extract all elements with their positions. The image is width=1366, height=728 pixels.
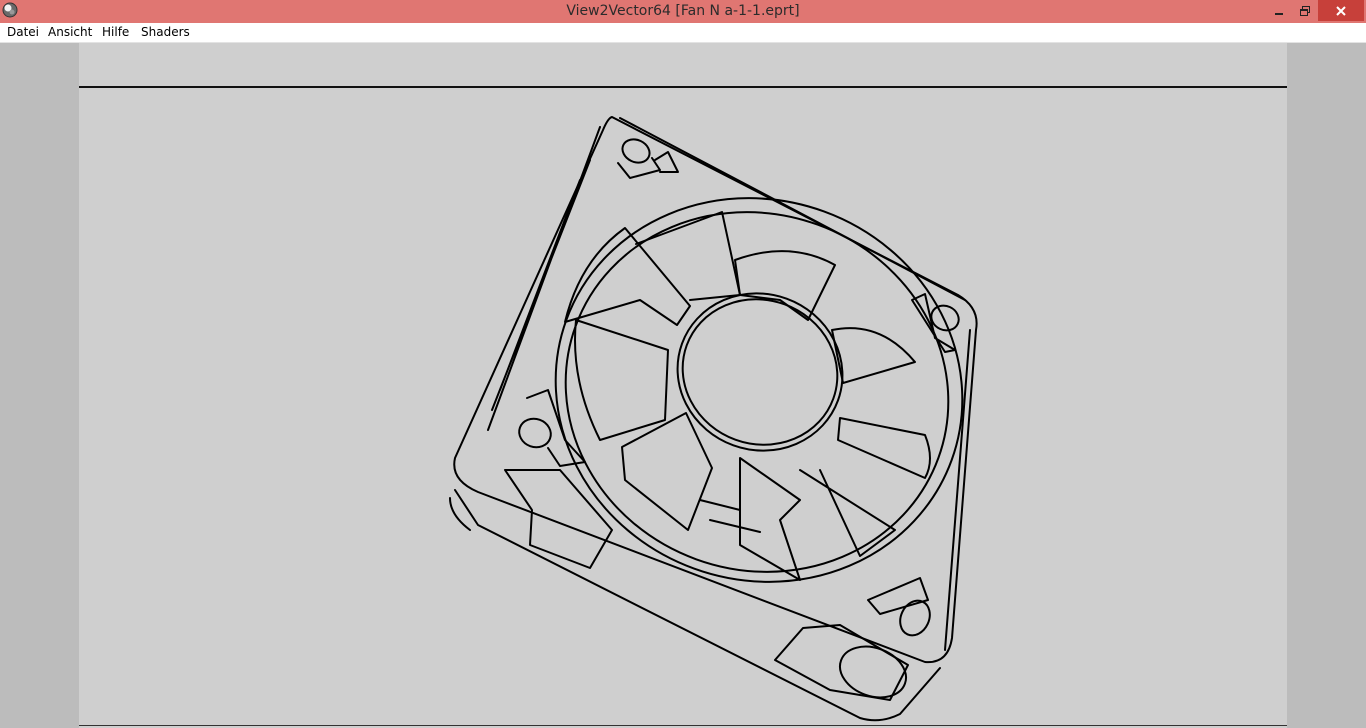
fan-frame-front — [453, 116, 978, 664]
window-title: View2Vector64 [Fan N a-1-1.eprt] — [566, 3, 800, 19]
fan-blade-1 — [564, 227, 691, 326]
close-icon — [1336, 5, 1346, 16]
fan-rear-tab-left — [504, 469, 613, 569]
mount-hole-left — [518, 389, 586, 467]
fan-rear-strut — [699, 499, 761, 533]
fan-wireframe-drawing — [449, 116, 978, 722]
fan-blade-9 — [574, 319, 669, 441]
mount-hole-bottom — [867, 577, 931, 637]
fan-blade-6 — [799, 469, 896, 557]
fan-frame-side-right — [944, 329, 971, 651]
restore-icon — [1300, 5, 1310, 16]
title-bar[interactable]: View2Vector64 [Fan N a-1-1.eprt] — [0, 0, 1366, 23]
fan-blade-5 — [837, 417, 931, 479]
fan-rear-bearing — [839, 645, 907, 699]
drawing-canvas[interactable] — [79, 43, 1287, 728]
restore-button[interactable] — [1292, 0, 1318, 21]
fan-blade-4 — [831, 327, 916, 384]
fan-blade-2 — [635, 211, 741, 301]
fan-frame-depth-left — [449, 497, 471, 531]
menu-hilfe[interactable]: Hilfe — [102, 25, 129, 39]
menu-bar: Datei Ansicht Hilfe Shaders — [0, 23, 1366, 43]
fan-blade-3 — [734, 250, 836, 321]
minimize-icon — [1275, 12, 1283, 15]
fan-rear-tab-bottom — [774, 624, 909, 701]
mount-hole-top-left — [617, 138, 679, 179]
fan-blade-7 — [739, 457, 801, 581]
fan-frame-side-left — [487, 126, 601, 431]
menu-ansicht[interactable]: Ansicht — [48, 25, 92, 39]
fan-frame-depth — [454, 489, 941, 722]
work-area — [0, 43, 1366, 728]
minimize-button[interactable] — [1266, 0, 1292, 21]
menu-datei[interactable]: Datei — [7, 25, 39, 39]
fan-hub-inner — [681, 298, 839, 446]
fan-blade-8 — [621, 412, 713, 531]
menu-shaders[interactable]: Shaders — [141, 25, 190, 39]
close-button[interactable] — [1318, 0, 1364, 21]
